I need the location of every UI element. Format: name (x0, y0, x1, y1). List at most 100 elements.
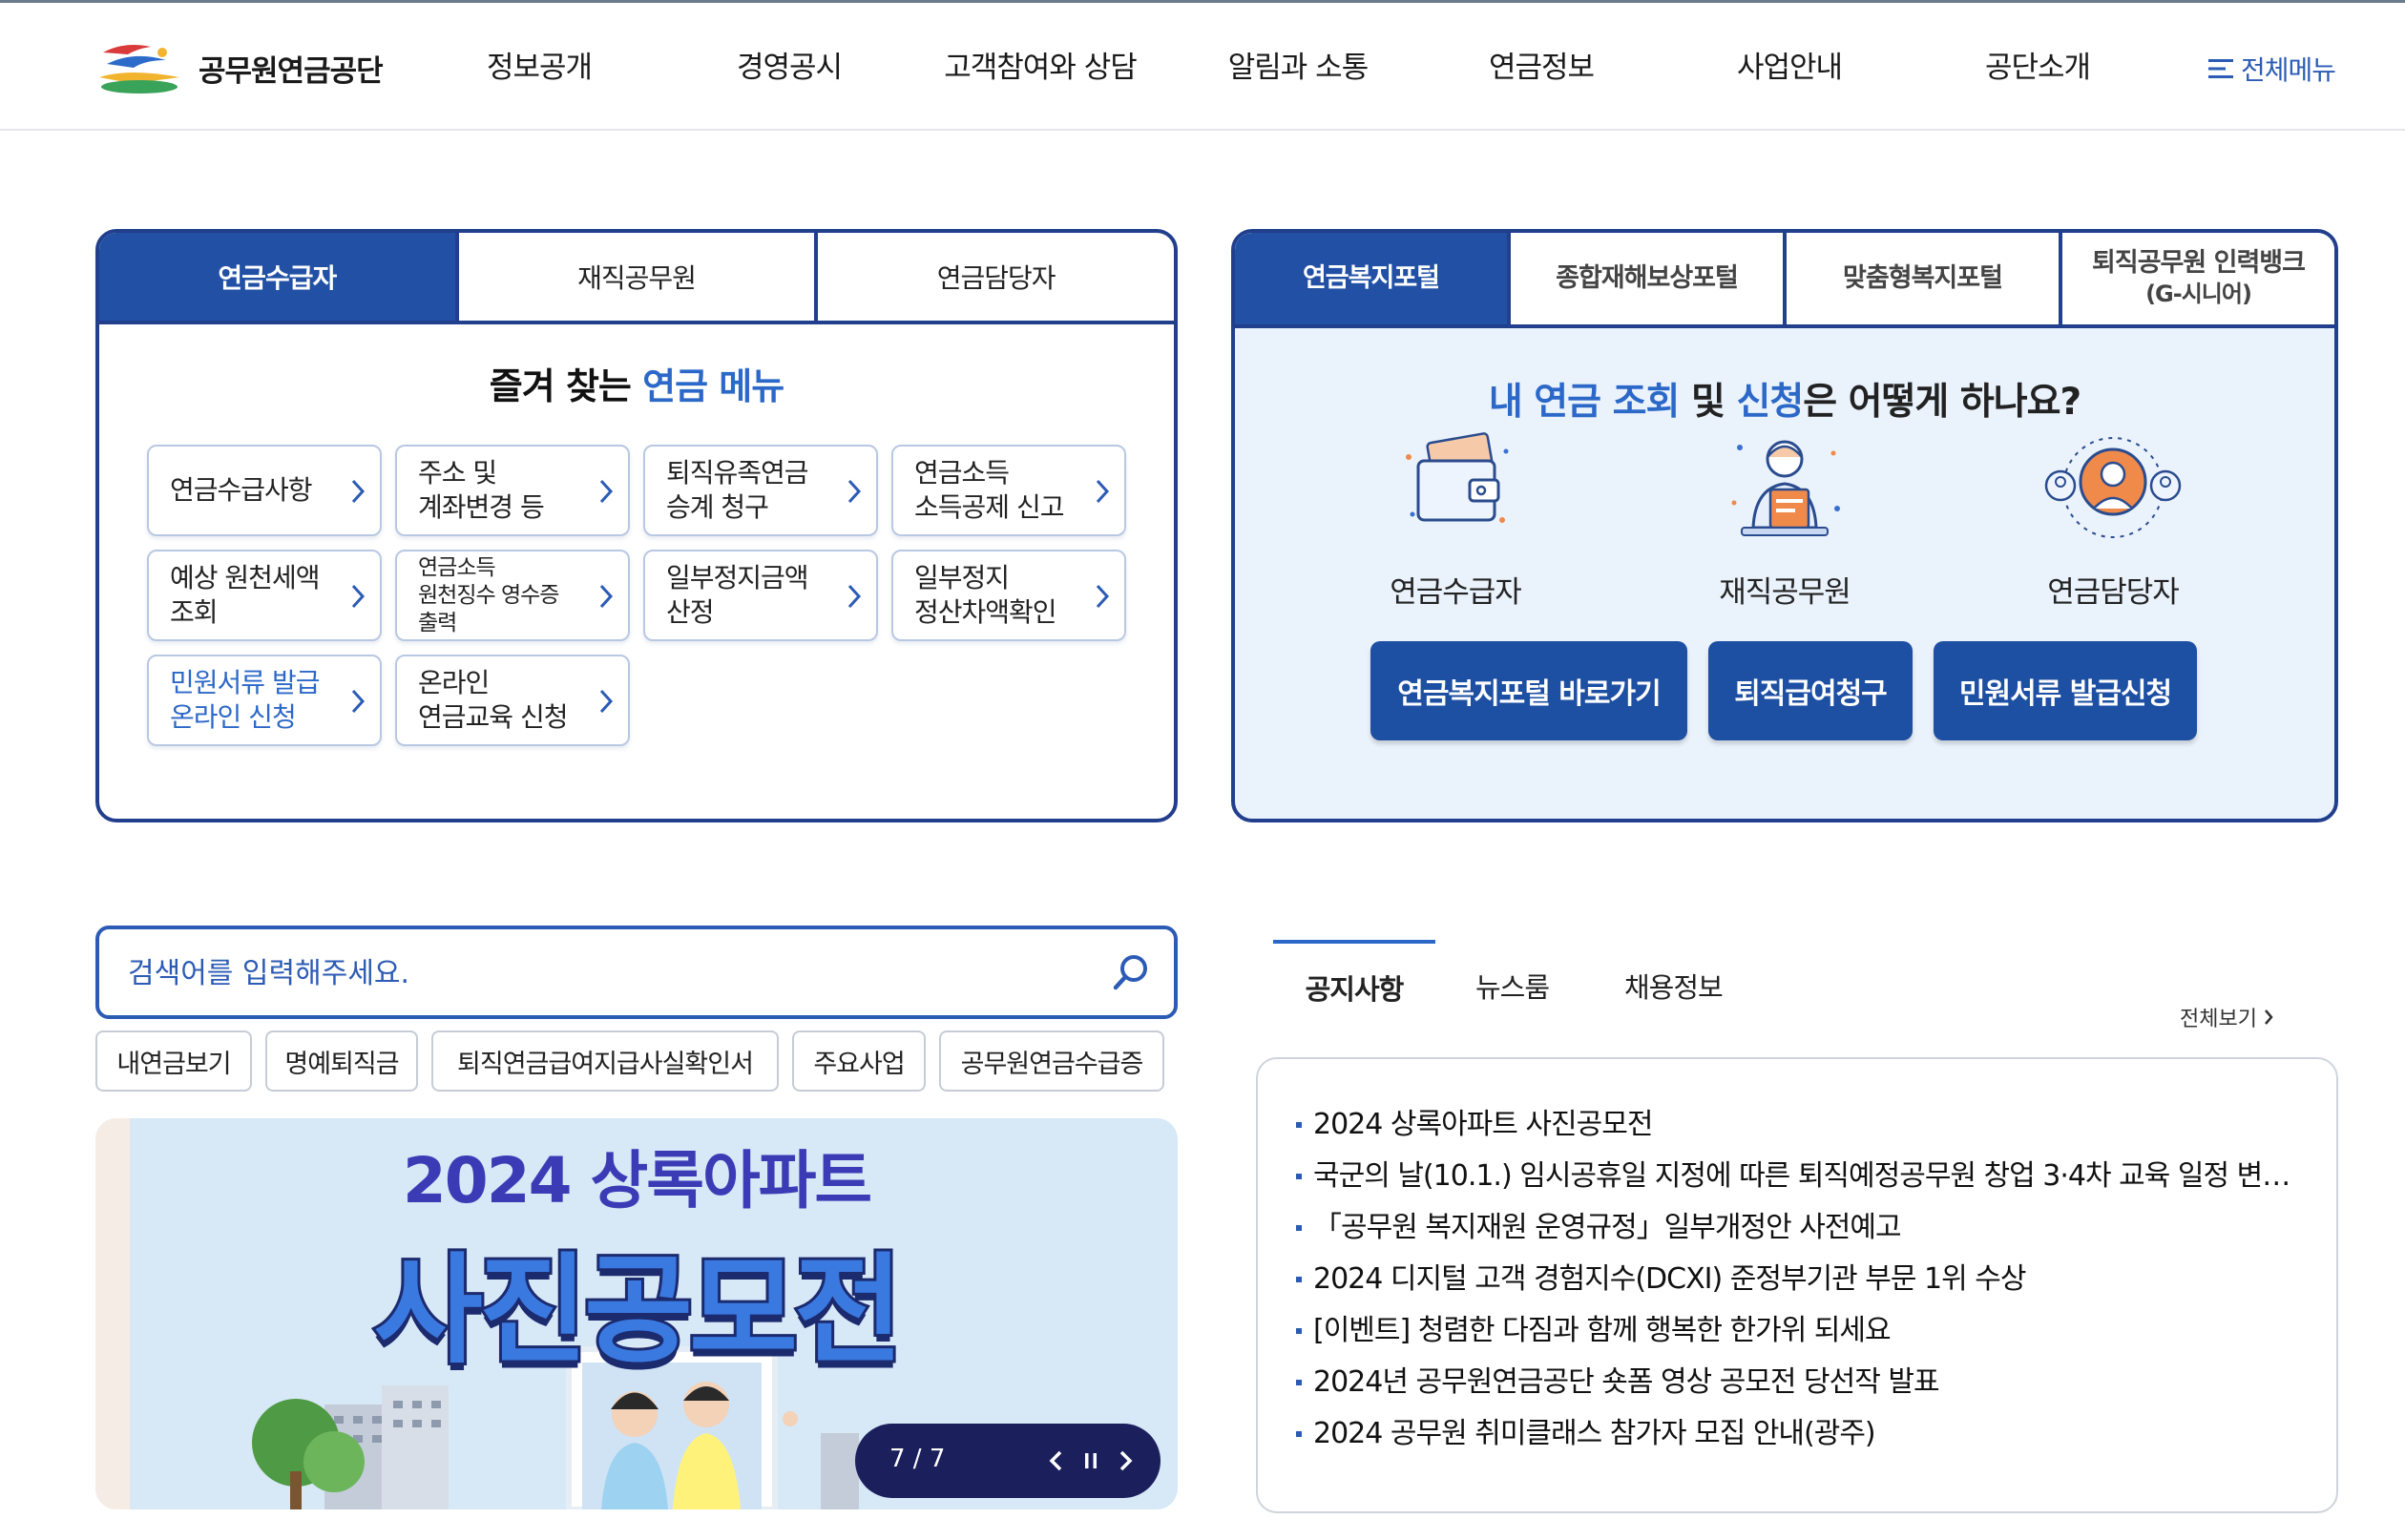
menu-online-pension-education[interactable]: 온라인 연금교육 신청 (395, 655, 630, 746)
bullet (1296, 1277, 1302, 1282)
tab-pension-welfare-portal[interactable]: 연금복지포털 (1235, 233, 1507, 324)
promo-banner[interactable]: 2024 상록아파트 사진공모전 7 / 7 (95, 1118, 1178, 1509)
menu-civil-document-online[interactable]: 민원서류 발급 온라인 신청 (147, 655, 382, 746)
slide-counter: 7 / 7 (889, 1445, 946, 1473)
search-icon[interactable] (1111, 952, 1151, 992)
tab-label: 퇴직공무원 인력뱅크 (2092, 248, 2306, 278)
menu-partial-suspension-settlement[interactable]: 일부정지 정산차액확인 (891, 550, 1126, 641)
tab-incumbent-official[interactable]: 재직공무원 (454, 233, 815, 321)
notice-item[interactable]: 2024 공무원 취미클래스 참가자 모집 안내(광주) (1296, 1408, 2308, 1460)
view-all-link[interactable]: 전체보기 (2180, 1002, 2274, 1032)
civil-document-request-button[interactable]: 민원서류 발급신청 (1934, 641, 2197, 740)
nav-item-business-guide[interactable]: 사업안내 (1708, 41, 1871, 94)
notice-title: 2024 상록아파트 사진공모전 (1313, 1108, 1653, 1141)
notice-item[interactable]: [이벤트] 청렴한 다짐과 함께 행복한 한가위 되세요 (1296, 1305, 2308, 1357)
menu-item-label: 온라인 연금교육 신청 (418, 667, 568, 733)
logo-text: 공무원연금공단 (199, 53, 384, 89)
tab-retired-talent-bank[interactable]: 퇴직공무원 인력뱅크 (G-시니어) (2059, 233, 2334, 324)
notice-item[interactable]: 국군의 날(10.1.) 임시공휴일 지정에 따른 퇴직예정공무원 창업 3·4… (1296, 1151, 2308, 1202)
tab-notices[interactable]: 공지사항 (1273, 940, 1435, 1016)
bullet (1296, 1225, 1302, 1231)
retirement-benefit-claim-button[interactable]: 퇴직급여청구 (1708, 641, 1913, 740)
menu-income-deduction-report[interactable]: 연금소득 소득공제 신고 (891, 445, 1126, 536)
keyword-main-business[interactable]: 주요사업 (792, 1030, 926, 1092)
notice-title: 2024 공무원 취미클래스 참가자 모집 안내(광주) (1313, 1417, 1876, 1450)
menu-withholding-receipt-print[interactable]: 연금소득 원천징수 영수증 출력 (395, 550, 630, 641)
nav-item-info-disclosure[interactable]: 정보공개 (458, 41, 620, 94)
persona-label: 연금담당자 (2047, 575, 2180, 610)
keyword-my-pension[interactable]: 내연금보기 (95, 1030, 252, 1092)
menu-item-label: 민원서류 발급 온라인 신청 (170, 667, 320, 733)
menu-item-label: 일부정지 정산차액확인 (914, 562, 1057, 628)
notice-item[interactable]: 2024 디지털 고객 경험지수(DCXI) 준정부기관 부문 1위 수상 (1296, 1254, 2308, 1305)
chevron-right-icon (2265, 1009, 2273, 1025)
nav-item-news-communication[interactable]: 알림과 소통 (1202, 41, 1393, 94)
pension-welfare-portal-button[interactable]: 연금복지포털 바로가기 (1370, 641, 1687, 740)
pause-icon[interactable] (1077, 1446, 1105, 1475)
nav-item-management-disclosure[interactable]: 경영공시 (708, 41, 870, 94)
notice-title: 「공무원 복지재원 운영규정」일부개정안 사전예고 (1313, 1211, 1902, 1244)
view-all-label: 전체보기 (2180, 1008, 2257, 1031)
menu-item-label: 주소 및 계좌변경 등 (418, 457, 545, 523)
notice-title: 2024년 공무원연금공단 숏폼 영상 공모전 당선작 발표 (1313, 1365, 1940, 1399)
wallet-card-icon (1406, 432, 1509, 523)
nav-item-about[interactable]: 공단소개 (1956, 41, 2119, 94)
menu-survivor-pension-claim[interactable]: 퇴직유족연금 승계 청구 (643, 445, 878, 536)
bullet (1296, 1431, 1302, 1437)
notice-title: 2024 디지털 고객 경험지수(DCXI) 준정부기관 부문 1위 수상 (1313, 1262, 2026, 1296)
nav-item-pension-info[interactable]: 연금정보 (1460, 41, 1622, 94)
chevron-right-icon (847, 584, 862, 609)
tab-pension-manager[interactable]: 연금담당자 (814, 233, 1174, 321)
menu-pension-receipt[interactable]: 연금수급사항 (147, 445, 382, 536)
chevron-right-icon[interactable] (1111, 1446, 1140, 1475)
notice-item[interactable]: 2024 상록아파트 사진공모전 (1296, 1099, 2308, 1151)
menu-item-label: 연금소득 원천징수 영수증 출력 (418, 554, 559, 635)
notice-item[interactable]: 「공무원 복지재원 운영규정」일부개정안 사전예고 (1296, 1202, 2308, 1254)
persona-incumbent-official[interactable]: 재직공무원 (1670, 428, 1899, 611)
bullet (1296, 1328, 1302, 1334)
title-part: 은 어떻게 하나요? (1803, 381, 2081, 424)
bullet (1296, 1174, 1302, 1179)
chevron-right-icon (599, 689, 614, 714)
pension-menu-panel: 연금수급자 재직공무원 연금담당자 즐겨 찾는 연금 메뉴 연금수급사항 주소 … (95, 229, 1178, 822)
tab-sublabel: (G-시니어) (2145, 281, 2252, 307)
tab-label: 연금복지포털 (1302, 263, 1440, 293)
favorite-title-prefix: 즐겨 찾는 (489, 365, 632, 407)
tab-pension-recipient[interactable]: 연금수급자 (99, 233, 455, 321)
all-menu-button[interactable]: 전체메뉴 (2206, 45, 2336, 93)
search-input[interactable] (128, 950, 1082, 996)
chevron-right-icon (847, 479, 862, 504)
keyword-payment-confirmation[interactable]: 퇴직연금급여지급사실확인서 (431, 1030, 779, 1092)
all-menu-label: 전체메뉴 (2241, 54, 2336, 86)
chevron-right-icon (1096, 479, 1110, 504)
keyword-pension-certificate[interactable]: 공무원연금수급증 (939, 1030, 1164, 1092)
tab-custom-welfare-portal[interactable]: 맞춤형복지포털 (1783, 233, 2059, 324)
tab-newsroom[interactable]: 뉴스룸 (1475, 940, 1550, 1016)
favorite-menu-title: 즐겨 찾는 연금 메뉴 (99, 357, 1174, 409)
menu-item-label: 퇴직유족연금 승계 청구 (666, 457, 809, 523)
chevron-right-icon (351, 479, 366, 504)
menu-item-label: 예상 원천세액 조회 (170, 562, 320, 628)
bullet (1296, 1380, 1302, 1385)
slider-controls: 7 / 7 (855, 1424, 1161, 1498)
menu-expected-withholding-tax[interactable]: 예상 원천세액 조회 (147, 550, 382, 641)
chevron-right-icon (1096, 584, 1110, 609)
keyword-honorary-retirement[interactable]: 명예퇴직금 (265, 1030, 418, 1092)
persona-pension-manager[interactable]: 연금담당자 (1998, 428, 2227, 611)
title-part: 및 (1679, 381, 1737, 424)
logo-emblem-icon (99, 45, 179, 94)
title-part: 내 연금 조회 (1488, 381, 1681, 424)
tab-label: 종합재해보상포털 (1556, 263, 1739, 293)
tab-disaster-compensation-portal[interactable]: 종합재해보상포털 (1507, 233, 1783, 324)
persona-label: 재직공무원 (1719, 575, 1851, 610)
tab-recruitment[interactable]: 채용정보 (1624, 940, 1724, 1016)
site-logo[interactable]: 공무원연금공단 (95, 37, 384, 98)
chevron-left-icon[interactable] (1042, 1446, 1071, 1475)
notice-item[interactable]: 2024년 공무원연금공단 숏폼 영상 공모전 당선작 발표 (1296, 1357, 2308, 1408)
menu-partial-suspension-amount[interactable]: 일부정지금액 산정 (643, 550, 878, 641)
menu-address-account-change[interactable]: 주소 및 계좌변경 등 (395, 445, 630, 536)
nav-item-customer-participation[interactable]: 고객참여와 상담 (926, 41, 1155, 94)
search-bar (95, 926, 1178, 1019)
chevron-right-icon (351, 689, 366, 714)
persona-pension-recipient[interactable]: 연금수급자 (1341, 428, 1570, 611)
